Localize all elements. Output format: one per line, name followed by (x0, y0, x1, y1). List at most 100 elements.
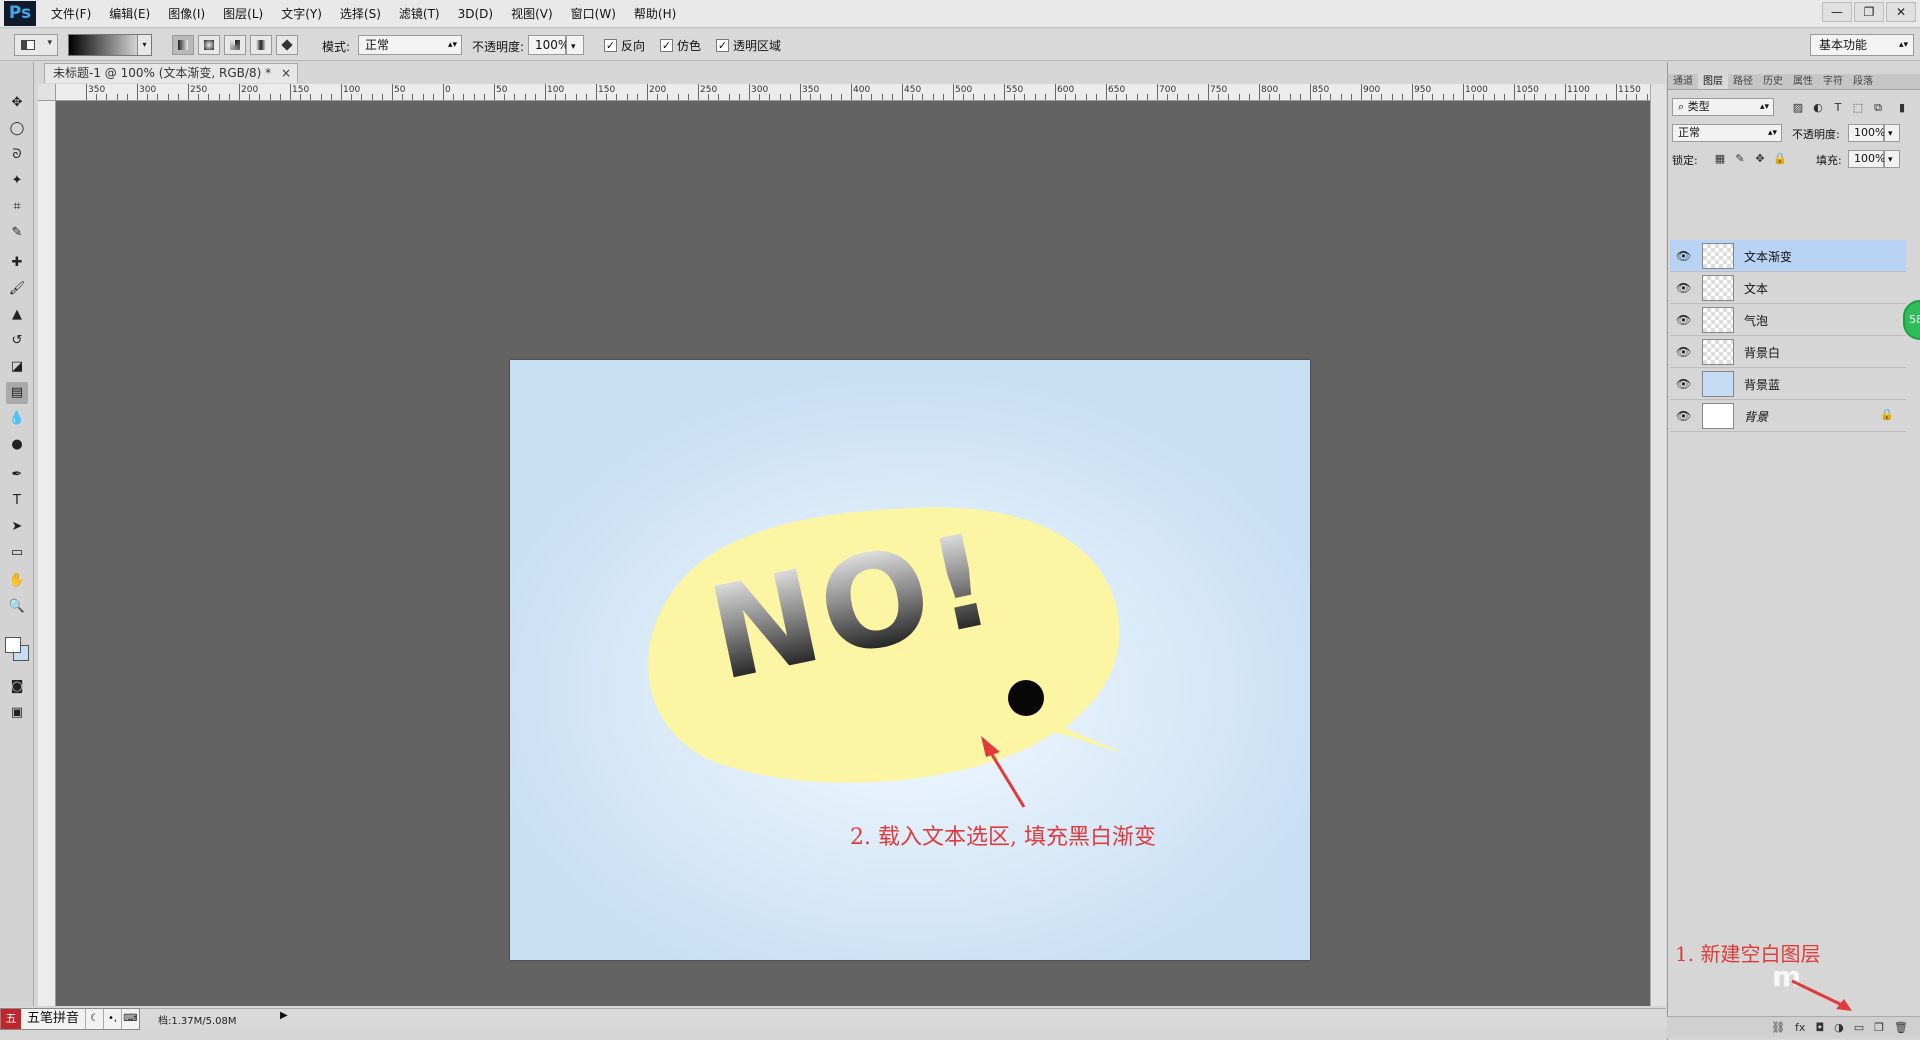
visibility-eye-icon[interactable]: 👁 (1676, 281, 1691, 295)
quick-select-tool-icon[interactable]: ✦ (6, 170, 28, 192)
menu-item[interactable]: 编辑(E) (100, 0, 159, 28)
shape-tool-icon[interactable]: ▭ (6, 542, 28, 564)
layer-row[interactable]: 👁 背景 🔒 (1670, 400, 1906, 432)
layer-row[interactable]: 👁 背景白 (1670, 336, 1906, 368)
close-window-button[interactable]: ✕ (1886, 2, 1916, 22)
layer-style-icon[interactable]: fx (1795, 1021, 1805, 1034)
gradient-picker[interactable]: ▾ (68, 34, 152, 56)
brush-tool-icon[interactable]: 🖌 (6, 278, 28, 300)
menu-item[interactable]: 文字(Y) (272, 0, 331, 28)
image-filter-icon[interactable]: ▨ (1790, 100, 1806, 116)
path-select-tool-icon[interactable]: ➤ (6, 516, 28, 538)
stamp-tool-icon[interactable]: ▲ (6, 304, 28, 326)
new-layer-icon[interactable]: ❐ (1874, 1021, 1884, 1034)
marquee-tool-icon[interactable]: ◯ (6, 118, 28, 140)
healing-brush-tool-icon[interactable]: ✚ (6, 252, 28, 274)
restore-button[interactable]: ❐ (1854, 2, 1884, 22)
angle-gradient-button[interactable] (224, 35, 246, 55)
menu-item[interactable]: 图像(I) (159, 0, 214, 28)
mode-select[interactable]: 正常 ▴▾ (358, 35, 462, 55)
layer-mask-icon[interactable]: ◘ (1815, 1021, 1824, 1034)
zoom-tool-icon[interactable]: 🔍 (6, 596, 28, 618)
minimize-button[interactable]: — (1822, 2, 1852, 22)
linear-gradient-button[interactable] (172, 35, 194, 55)
panel-tab[interactable]: 段落 (1848, 74, 1878, 89)
layer-opacity-input[interactable]: 100% (1848, 124, 1885, 142)
visibility-eye-icon[interactable]: 👁 (1676, 377, 1691, 391)
filter-toggle-icon[interactable]: ▮ (1894, 100, 1910, 116)
reflected-gradient-button[interactable] (250, 35, 272, 55)
layer-opacity-dropdown[interactable]: ▾ (1884, 124, 1900, 142)
lock-transparency-icon[interactable]: ▦ (1712, 151, 1728, 167)
radial-gradient-button[interactable] (198, 35, 220, 55)
panel-tab[interactable]: 字符 (1818, 74, 1848, 89)
fill-input[interactable]: 100% (1848, 150, 1885, 168)
link-layers-icon[interactable]: ⛓ (1771, 1021, 1785, 1034)
lasso-tool-icon[interactable]: ᘐ (6, 144, 28, 166)
menu-item[interactable]: 图层(L) (214, 0, 272, 28)
history-brush-tool-icon[interactable]: ↺ (6, 330, 28, 352)
document-canvas[interactable]: NO! 2. 载入文本选区, 填充黑白渐变 (510, 360, 1310, 960)
layer-row[interactable]: 👁 背景蓝 (1670, 368, 1906, 400)
workspace-select[interactable]: 基本功能 ▴▾ (1810, 34, 1914, 56)
menu-item[interactable]: 选择(S) (331, 0, 390, 28)
menu-item[interactable]: 帮助(H) (625, 0, 685, 28)
visibility-eye-icon[interactable]: 👁 (1676, 345, 1691, 359)
dodge-tool-icon[interactable]: ● (6, 434, 28, 456)
punctuation-icon[interactable]: •, (103, 1009, 121, 1029)
blend-mode-select[interactable]: 正常 ▴▾ (1672, 124, 1782, 142)
menu-item[interactable]: 滤镜(T) (390, 0, 449, 28)
adjustment-filter-icon[interactable]: ◐ (1810, 100, 1826, 116)
visibility-eye-icon[interactable]: 👁 (1676, 409, 1691, 423)
vertical-scrollbar[interactable] (1650, 84, 1666, 1006)
panel-tab[interactable]: 属性 (1788, 74, 1818, 89)
smart-object-filter-icon[interactable]: ⧉ (1870, 100, 1886, 116)
status-menu-arrow-icon[interactable]: ▶ (280, 1010, 288, 1021)
menu-item[interactable]: 3D(D) (449, 0, 502, 28)
fill-dropdown[interactable]: ▾ (1884, 150, 1900, 168)
opacity-input[interactable]: 100% (528, 35, 569, 55)
tool-preset-picker[interactable]: ▾ (14, 34, 58, 56)
canvas-area[interactable]: NO! 2. 载入文本选区, 填充黑白渐变 (56, 101, 1650, 1006)
layer-filter-select[interactable]: ⌕ 类型 ▴▾ (1672, 98, 1774, 116)
panel-tab[interactable]: 历史 (1758, 74, 1788, 89)
shape-filter-icon[interactable]: ⬚ (1850, 100, 1866, 116)
pen-tool-icon[interactable]: ✒ (6, 464, 28, 486)
new-group-icon[interactable]: ▭ (1854, 1021, 1864, 1034)
layer-row[interactable]: 👁 气泡 (1670, 304, 1906, 336)
foreground-color-swatch[interactable] (5, 637, 21, 653)
type-filter-icon[interactable]: T (1830, 100, 1846, 116)
document-tab[interactable]: 未标题-1 @ 100% (文本渐变, RGB/8) * × (44, 63, 299, 83)
delete-layer-icon[interactable]: 🗑 (1894, 1021, 1908, 1034)
adjustment-layer-icon[interactable]: ◑ (1834, 1021, 1844, 1034)
menu-item[interactable]: 视图(V) (502, 0, 562, 28)
eyedropper-tool-icon[interactable]: ✎ (6, 222, 28, 244)
gradient-tool-icon[interactable]: ▤ (6, 382, 28, 404)
screen-mode-icon[interactable]: ▣ (6, 702, 28, 724)
moon-icon[interactable]: ☾ (85, 1009, 103, 1029)
visibility-eye-icon[interactable]: 👁 (1676, 313, 1691, 327)
crop-tool-icon[interactable]: ⌗ (6, 196, 28, 218)
diamond-gradient-button[interactable] (276, 35, 298, 55)
close-icon[interactable]: × (281, 64, 291, 83)
ime-toolbar[interactable]: 五 五笔拼音 ☾ •, ⌨ (0, 1008, 141, 1030)
transparency-checkbox[interactable]: ✓ 透明区域 (716, 37, 781, 54)
dither-checkbox[interactable]: ✓ 仿色 (660, 37, 701, 54)
lock-pixels-icon[interactable]: ✎ (1732, 151, 1748, 167)
panel-tab[interactable]: 路径 (1728, 74, 1758, 89)
lock-all-icon[interactable]: 🔒 (1772, 151, 1788, 167)
keyboard-icon[interactable]: ⌨ (121, 1009, 139, 1029)
type-tool-icon[interactable]: T (6, 490, 28, 512)
blur-tool-icon[interactable]: 💧 (6, 408, 28, 430)
layer-row[interactable]: 👁 文本 (1670, 272, 1906, 304)
hand-tool-icon[interactable]: ✋ (6, 570, 28, 592)
panel-tab[interactable]: 通道 (1668, 74, 1698, 89)
visibility-eye-icon[interactable]: 👁 (1676, 249, 1691, 263)
menu-item[interactable]: 文件(F) (42, 0, 100, 28)
lock-position-icon[interactable]: ✥ (1752, 151, 1768, 167)
reverse-checkbox[interactable]: ✓ 反向 (604, 37, 645, 54)
layer-row[interactable]: 👁 文本渐变 (1670, 240, 1906, 272)
move-tool-icon[interactable]: ✥ (6, 92, 28, 114)
eraser-tool-icon[interactable]: ◪ (6, 356, 28, 378)
quick-mask-icon[interactable]: ◙ (6, 676, 28, 698)
